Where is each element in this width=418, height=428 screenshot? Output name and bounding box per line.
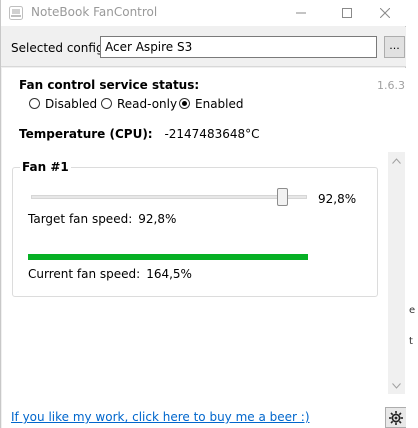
minimize-button[interactable] bbox=[278, 0, 324, 26]
radio-circle-icon bbox=[101, 98, 112, 109]
slider-thumb[interactable] bbox=[276, 188, 288, 206]
current-speed-value: 164,5% bbox=[146, 267, 192, 281]
fan-group-title: Fan #1 bbox=[20, 160, 71, 174]
scroll-down-button[interactable] bbox=[388, 377, 405, 394]
config-label: Selected config: bbox=[11, 41, 108, 55]
chevron-up-icon bbox=[392, 157, 401, 164]
background-text-fragment: t bbox=[409, 336, 413, 347]
service-status-label: Fan control service status: bbox=[19, 78, 200, 92]
chevron-down-icon bbox=[392, 382, 401, 389]
target-speed-label: Target fan speed: bbox=[28, 212, 133, 226]
target-speed-row: Target fan speed: 92,8% bbox=[28, 212, 176, 226]
config-select[interactable]: Acer Aspire S3 bbox=[100, 36, 377, 58]
version-label: 1.6.3 bbox=[377, 79, 405, 92]
vertical-scrollbar[interactable] bbox=[388, 152, 405, 394]
temperature-label: Temperature (CPU): bbox=[19, 127, 153, 141]
settings-button[interactable] bbox=[385, 407, 407, 428]
fan-speed-slider[interactable] bbox=[31, 186, 307, 208]
current-speed-label: Current fan speed: bbox=[28, 267, 141, 281]
target-speed-value: 92,8% bbox=[138, 212, 177, 226]
radio-circle-icon bbox=[29, 98, 40, 109]
scroll-up-button[interactable] bbox=[388, 152, 405, 169]
radio-checked-icon bbox=[179, 98, 190, 109]
close-icon bbox=[380, 8, 390, 18]
background-text-fragment: e bbox=[409, 305, 416, 316]
temperature-value: -2147483648°C bbox=[164, 127, 260, 141]
maximize-icon bbox=[342, 8, 352, 18]
current-speed-bar-fill bbox=[28, 254, 308, 260]
current-speed-bar bbox=[28, 254, 308, 260]
window-title: NoteBook FanControl bbox=[31, 5, 158, 19]
fan-app-icon bbox=[9, 6, 23, 20]
current-speed-row: Current fan speed: 164,5% bbox=[28, 267, 192, 281]
title-bar[interactable]: NoteBook FanControl bbox=[1, 0, 406, 26]
background-window-edge: e t bbox=[406, 0, 418, 428]
temperature-row: Temperature (CPU): -2147483648°C bbox=[19, 127, 260, 141]
config-row: Selected config: Acer Aspire S3 ... bbox=[1, 27, 406, 67]
close-button[interactable] bbox=[362, 0, 408, 26]
minimize-icon bbox=[296, 12, 306, 14]
app-window: NoteBook FanControl Selected config: Ace… bbox=[0, 0, 407, 428]
browse-config-button[interactable]: ... bbox=[384, 36, 405, 58]
slider-value: 92,8% bbox=[318, 192, 357, 206]
donate-link[interactable]: If you like my work, click here to buy m… bbox=[11, 410, 310, 424]
slider-track bbox=[31, 195, 307, 199]
gear-icon bbox=[389, 410, 403, 425]
